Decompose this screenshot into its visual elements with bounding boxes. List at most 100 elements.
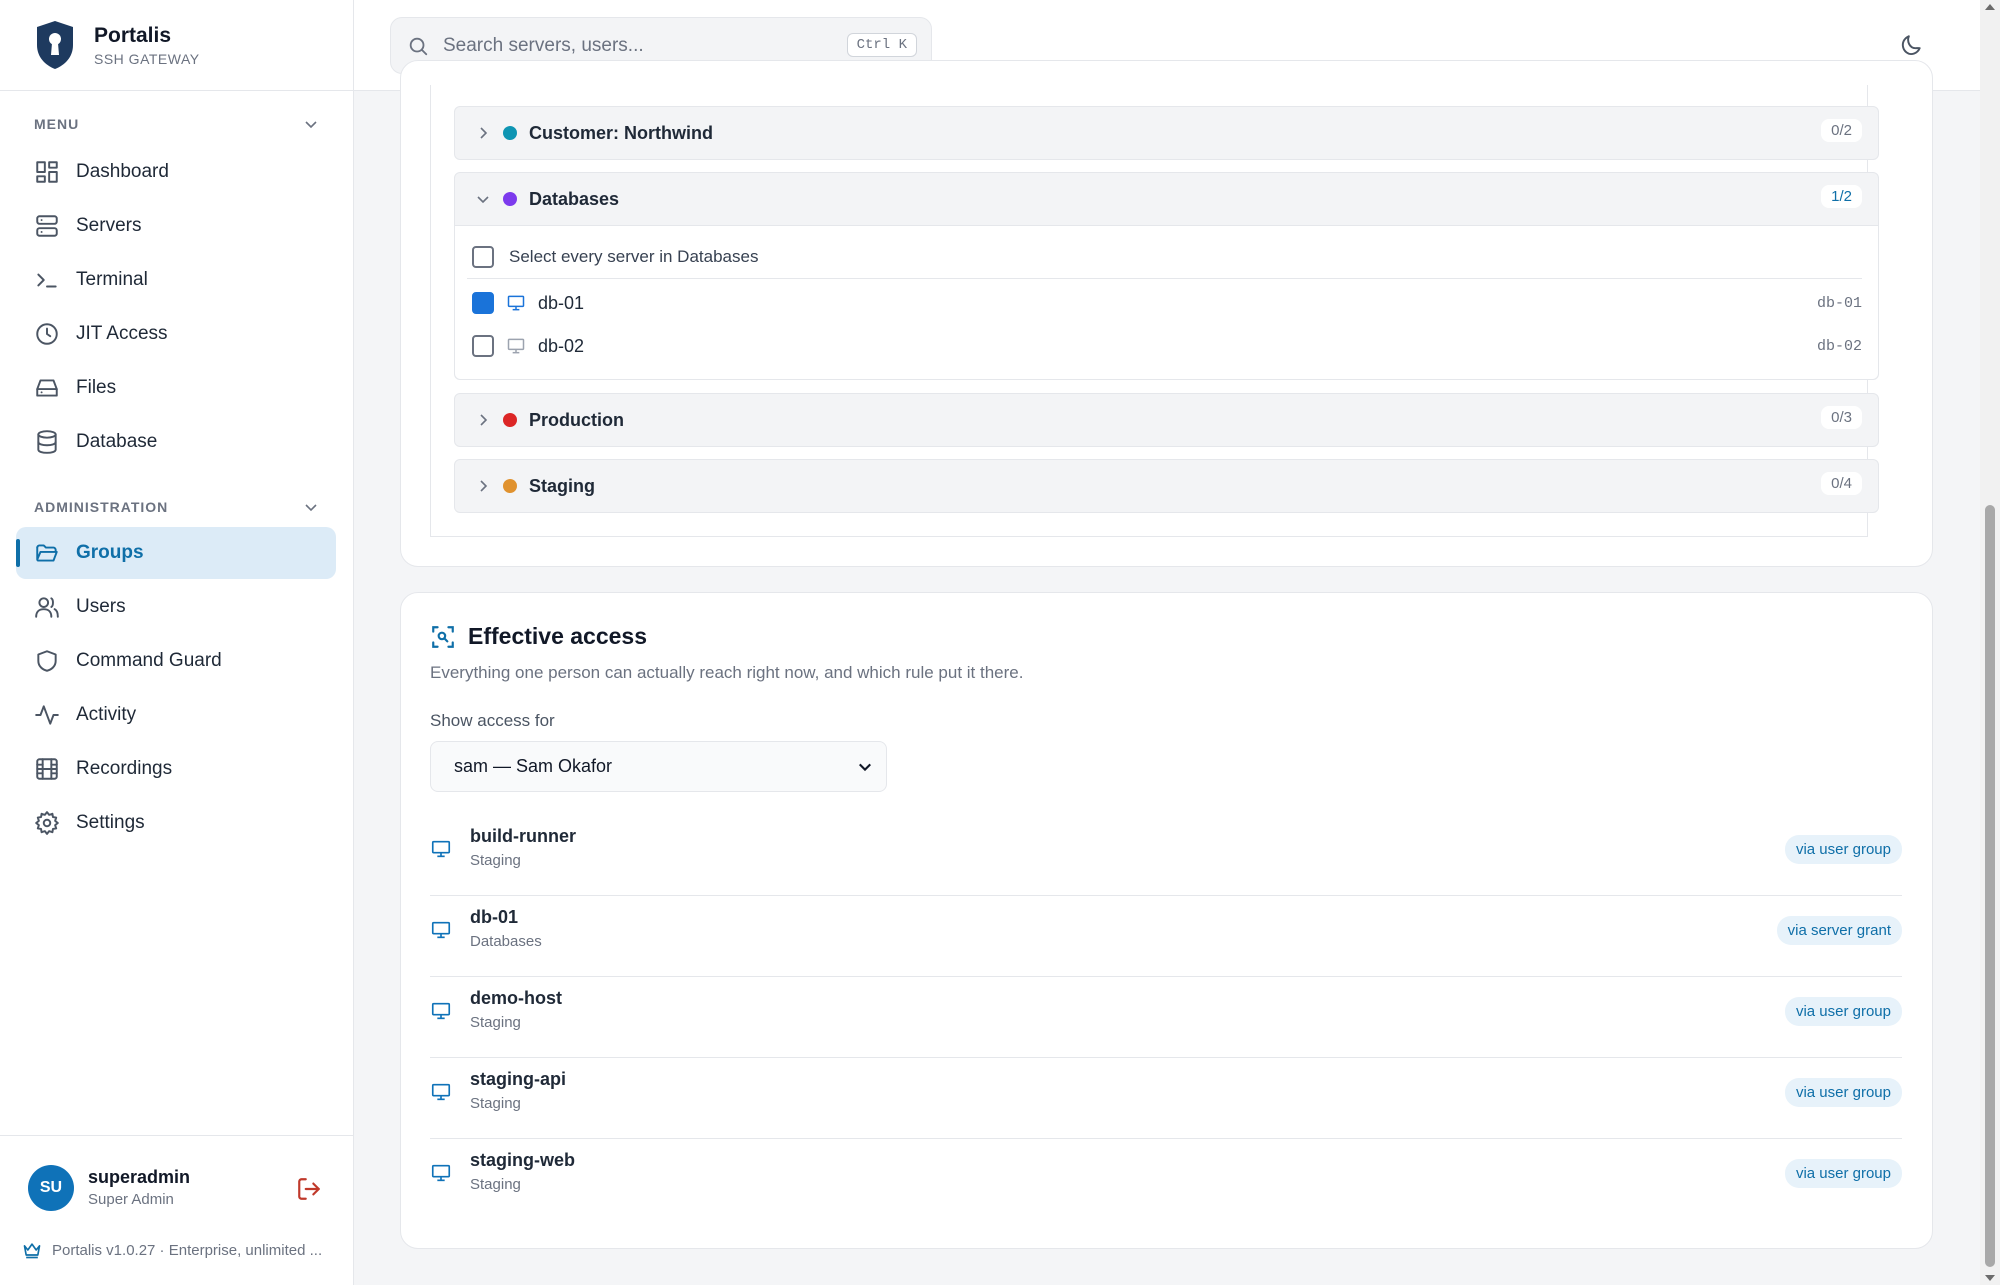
server-name: db-02 [538,335,585,356]
user-name: superadmin [88,1167,191,1187]
access-server-group: Databases [470,933,542,950]
administration-heading: ADMINISTRATION [34,499,169,515]
user-select-label: Show access for [430,711,555,730]
sidebar-item-label: Terminal [76,269,148,290]
version-text: Portalis v1.0.27 · Enterprise, unlimited… [52,1241,323,1259]
search-icon [409,37,428,55]
sidebar-item-activity[interactable]: Activity [16,689,336,741]
users-icon [35,597,59,618]
sidebar-item-label: Servers [76,215,142,236]
monitor-icon [431,1002,451,1020]
sidebar-item-label: Database [76,431,158,452]
sidebar: Portalis SSH GATEWAY MENU Dashboard Serv… [0,0,354,1285]
sidebar-item-label: Groups [76,542,144,563]
logout-icon[interactable] [296,1176,322,1202]
group-name: Staging [529,475,595,496]
access-server-name: build-runner [470,826,576,846]
group-toggle[interactable]: Production 0/3 [455,394,1878,446]
selected-user: sam — Sam Okafor [454,756,613,776]
sidebar-item-settings[interactable]: Settings [16,797,336,849]
user-profile: SU superadmin Super Admin Portalis v1.0.… [0,1135,353,1285]
group-color-dot [503,126,517,140]
sidebar-item-database[interactable]: Database [16,416,336,468]
monitor-icon [507,338,525,354]
sidebar-item-label: Users [76,596,126,617]
sidebar-item-servers[interactable]: Servers [16,200,336,252]
brand-name: Portalis [94,23,172,47]
scroll-up-arrow-icon[interactable] [1985,4,1995,10]
shield-icon [37,650,57,672]
select-all-checkbox[interactable] [472,246,494,268]
group-server-list: Select every server in Databases db-01 d… [455,225,1878,379]
sidebar-item-label: Files [76,377,117,398]
scrollbar-thumb[interactable] [1985,505,1995,1267]
sidebar-item-groups[interactable]: Groups [16,527,336,579]
access-row: build-runner Staging via user group [430,815,1902,896]
access-row: db-01 Databases via server grant [430,896,1902,977]
chevron-down-icon [305,504,317,512]
clock-icon [36,323,58,345]
sidebar-item-jit-access[interactable]: JIT Access [16,308,336,360]
terminal-icon [37,273,57,288]
access-server-group: Staging [470,1095,521,1112]
server-group-customer-northwind: Customer: Northwind 0/2 [454,106,1879,160]
sidebar-item-recordings[interactable]: Recordings [16,743,336,795]
menu-section-toggle[interactable]: MENU [34,116,319,132]
section-title: Effective access [468,623,648,649]
chevron-right-icon [480,480,488,492]
sidebar-item-label: JIT Access [76,323,168,344]
crown-icon [23,1243,41,1259]
access-server-name: staging-api [470,1069,567,1089]
database-icon [37,430,57,454]
select-all-label: Select every server in Databases [509,247,759,266]
access-server-name: demo-host [470,988,562,1008]
select-all-servers[interactable]: Select every server in Databases [472,246,758,268]
sidebar-item-terminal[interactable]: Terminal [16,254,336,306]
group-color-dot [503,479,517,493]
brand-subtitle: SSH GATEWAY [94,50,200,67]
group-count-badge: 0/2 [1821,119,1862,142]
server-checkbox[interactable] [472,335,494,357]
version-info: Portalis v1.0.27 · Enterprise, unlimited… [22,1240,322,1260]
sidebar-item-label: Command Guard [76,650,222,671]
keyboard-shortcut-hint: Ctrl K [846,33,917,57]
gear-icon [35,811,59,835]
moon-icon[interactable] [1898,33,1924,59]
administration-section-toggle[interactable]: ADMINISTRATION [34,499,319,515]
group-toggle[interactable]: Customer: Northwind 0/2 [455,107,1878,159]
server-row-db-01[interactable]: db-01 db-01 [472,292,1862,314]
access-server-group: Staging [470,1176,521,1193]
scroll-down-arrow-icon[interactable] [1985,1275,1995,1281]
group-color-dot [503,192,517,206]
sidebar-item-users[interactable]: Users [16,581,336,633]
server-row-db-02[interactable]: db-02 db-02 [472,335,1862,357]
access-server-group: Staging [470,852,521,869]
server-group-production: Production 0/3 [454,393,1879,447]
effective-access-title: Effective access [430,623,647,650]
access-row: staging-api Staging via user group [430,1058,1902,1139]
brand[interactable]: Portalis SSH GATEWAY [0,0,353,91]
monitor-icon [431,840,451,858]
server-hostname: db-01 [1816,294,1862,312]
dashboard-icon [36,161,58,183]
access-source-badge: via user group [1784,835,1902,864]
access-row: demo-host Staging via user group [430,977,1902,1058]
search-placeholder: Search servers, users... [443,34,644,56]
group-toggle[interactable]: Staging 0/4 [455,460,1878,512]
sidebar-item-label: Dashboard [76,161,169,182]
sidebar-item-label: Settings [76,812,145,833]
user-select[interactable]: sam — Sam Okafor [430,741,887,792]
sidebar-item-files[interactable]: Files [16,362,336,414]
page-scrollbar[interactable] [1980,0,2000,1285]
sidebar-item-command-guard[interactable]: Command Guard [16,635,336,687]
sidebar-item-label: Recordings [76,758,173,779]
group-toggle[interactable]: Databases 1/2 [455,173,1878,225]
server-group-staging: Staging 0/4 [454,459,1879,513]
sidebar-item-dashboard[interactable]: Dashboard [16,146,336,198]
access-source-badge: via user group [1784,1159,1902,1188]
avatar[interactable]: SU [28,1165,74,1211]
monitor-icon [507,295,525,311]
group-color-dot [503,413,517,427]
server-checkbox[interactable] [472,292,494,314]
chevron-down-icon [305,121,317,129]
